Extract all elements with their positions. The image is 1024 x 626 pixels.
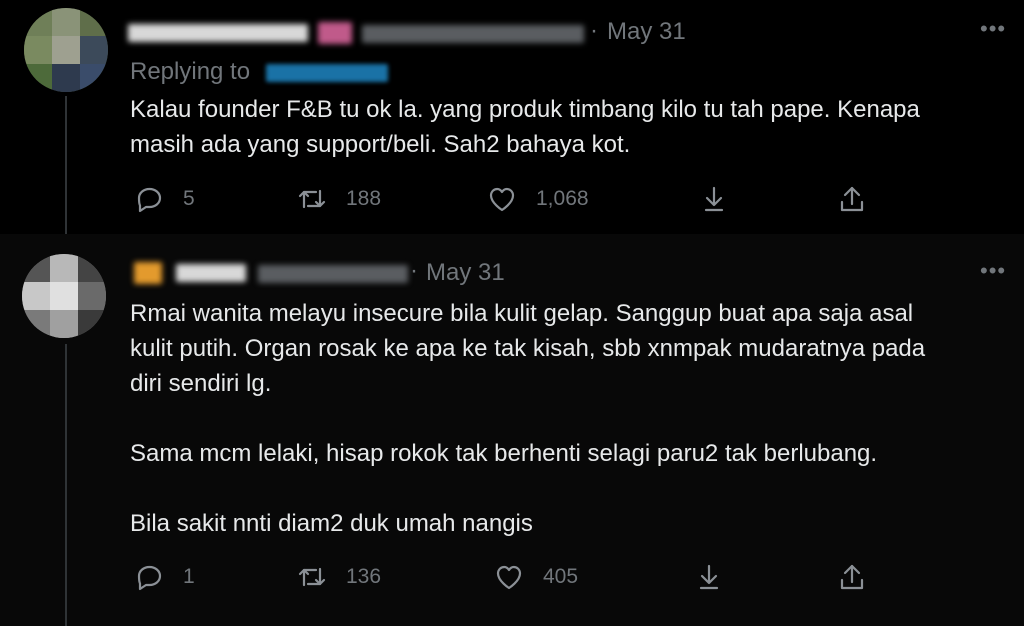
like-count: 405 — [543, 565, 579, 588]
reply-count: 5 — [183, 187, 195, 210]
avatar[interactable] — [24, 8, 108, 92]
avatar[interactable] — [22, 254, 106, 338]
action-bar: 1 136 405 — [133, 561, 893, 595]
more-dots-icon[interactable]: ••• — [980, 258, 1006, 284]
speech-bubble-icon — [137, 187, 162, 213]
tweet-date[interactable]: May 31 — [426, 259, 505, 287]
share-icon — [840, 186, 864, 212]
mention-link-redacted[interactable] — [266, 64, 388, 82]
separator-dot: · — [410, 257, 418, 284]
separator-dot: · — [590, 17, 598, 44]
download-button[interactable] — [698, 183, 730, 215]
heart-icon — [496, 565, 522, 590]
replying-to-label: Replying to — [130, 58, 251, 85]
retweet-icon — [298, 189, 326, 209]
tweet-text: Rmai wanita melayu insecure bila kulit g… — [130, 296, 1010, 541]
retweet-button[interactable]: 136 — [296, 561, 381, 593]
download-arrow-icon — [704, 186, 724, 212]
tweet-text-line: masih ada yang support/beli. Sah2 bahaya… — [130, 131, 631, 158]
tweet-text-line: kulit putih. Organ rosak ke apa ke tak k… — [130, 335, 926, 362]
like-button[interactable]: 405 — [493, 561, 578, 593]
display-name-redacted[interactable] — [128, 24, 308, 42]
retweet-button[interactable]: 188 — [296, 183, 381, 215]
share-button[interactable] — [836, 183, 868, 215]
tweet-text: Kalau founder F&B tu ok la. yang produk … — [130, 92, 1010, 162]
reply-count: 1 — [183, 565, 195, 588]
reply-button[interactable]: 5 — [133, 183, 195, 215]
reply-button[interactable]: 1 — [133, 561, 195, 593]
speech-bubble-icon — [137, 565, 162, 591]
tweet-reply-2[interactable]: · May 31 ••• Rmai wanita melayu insecure… — [0, 234, 1024, 626]
flag-emoji-redacted — [318, 22, 352, 44]
like-count: 1,068 — [536, 187, 589, 210]
handle-redacted[interactable] — [258, 265, 408, 283]
retweet-count: 136 — [346, 565, 382, 588]
action-bar: 5 188 1,068 — [133, 183, 893, 217]
tweet-reply-1[interactable]: · May 31 ••• Replying to Kalau founder F… — [0, 0, 1024, 234]
tweet-text-line: Bila sakit nnti diam2 duk umah nangis — [130, 510, 533, 537]
like-button[interactable]: 1,068 — [486, 183, 589, 215]
tweet-text-line: diri sendiri lg. — [130, 370, 272, 397]
tweet-text-line: Sama mcm lelaki, hisap rokok tak berhent… — [130, 440, 878, 467]
share-icon — [840, 564, 864, 590]
download-button[interactable] — [693, 561, 725, 593]
tweet-text-line: Rmai wanita melayu insecure bila kulit g… — [130, 300, 914, 327]
tweet-date[interactable]: May 31 — [607, 18, 686, 46]
retweet-count: 188 — [346, 187, 382, 210]
retweet-icon — [298, 567, 326, 587]
emoji-redacted — [134, 262, 162, 284]
tweet-text-line: Kalau founder F&B tu ok la. yang produk … — [130, 96, 920, 123]
heart-icon — [489, 187, 515, 212]
handle-redacted[interactable] — [362, 25, 584, 43]
display-name-redacted[interactable] — [176, 264, 246, 282]
thread-line — [65, 344, 67, 626]
download-arrow-icon — [699, 564, 719, 590]
more-dots-icon[interactable]: ••• — [980, 16, 1006, 42]
share-button[interactable] — [836, 561, 868, 593]
thread-line — [65, 96, 67, 234]
